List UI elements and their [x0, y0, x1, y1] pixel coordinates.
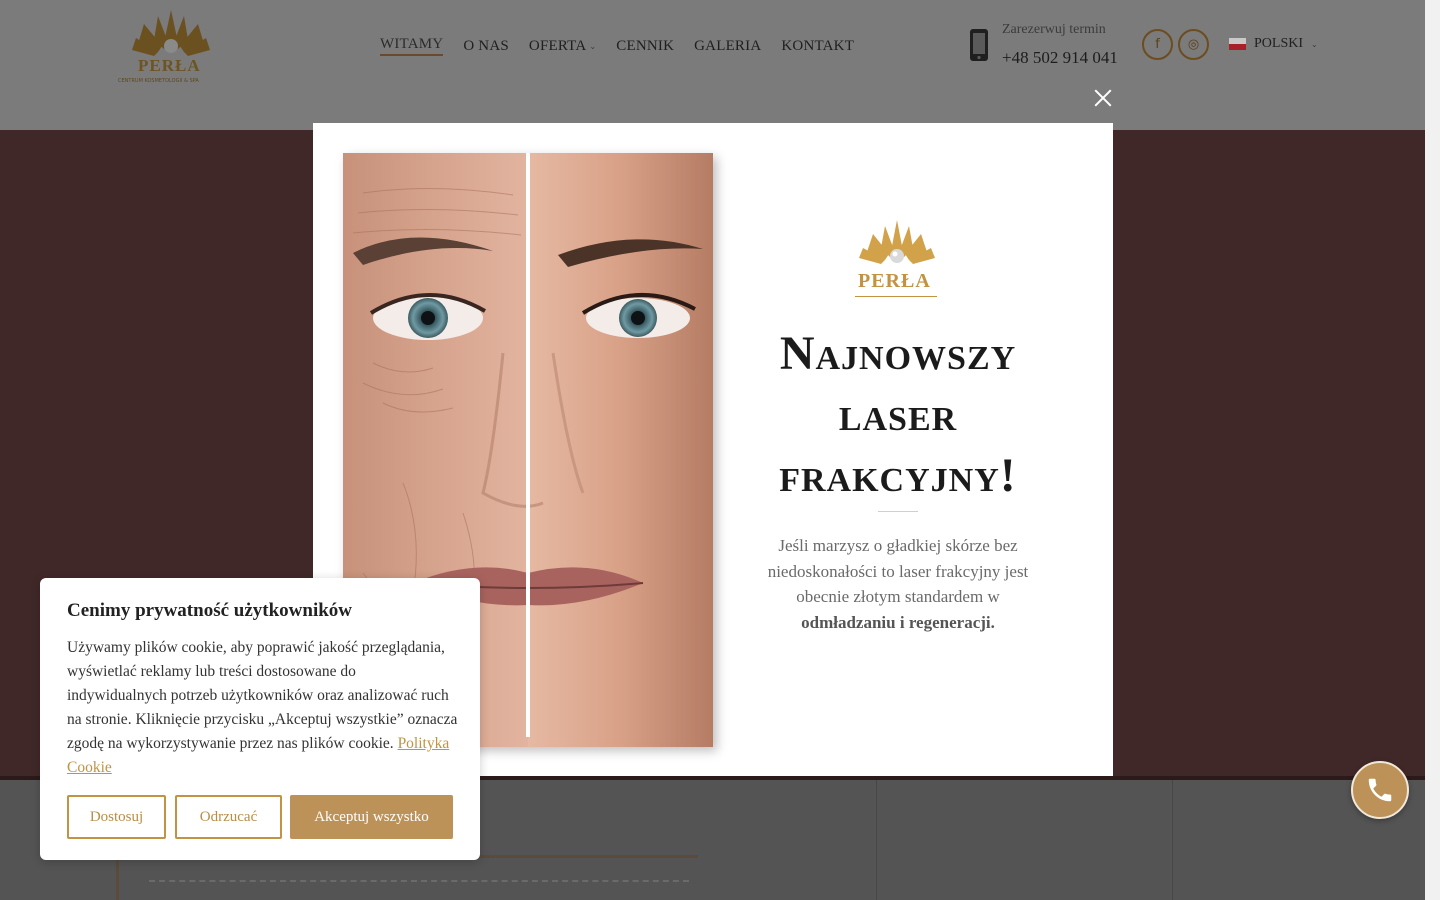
modal-logo: PERŁA — [855, 218, 939, 300]
reject-button[interactable]: Odrzucać — [175, 795, 282, 839]
nav-label: WITAMY — [380, 36, 444, 52]
booking-label: Zarezerwuj termin — [1002, 22, 1106, 37]
site-logo[interactable]: PERŁA CENTRUM KOSMETOLOGII & SPA — [116, 4, 226, 88]
title-divider — [878, 511, 918, 512]
language-label: POLSKI — [1254, 36, 1304, 51]
call-button[interactable] — [1351, 761, 1409, 819]
phone-call-icon — [1368, 778, 1392, 802]
nav-label: OFERTA — [528, 37, 587, 54]
brand-underline — [855, 296, 937, 297]
language-switcher[interactable]: POLSKI ⌄ — [1229, 36, 1318, 52]
cookie-title: Cenimy prywatność użytkowników — [67, 600, 353, 621]
nav-item-kontakt[interactable]: KONTAKT — [781, 36, 854, 56]
brand-name: PERŁA — [138, 56, 201, 75]
accept-all-button[interactable]: Akceptuj wszystko — [290, 795, 453, 839]
modal-brand-name: PERŁA — [858, 270, 931, 292]
decorative-frame — [116, 855, 698, 900]
column-divider — [1172, 780, 1173, 900]
modal-title: Najnowszy laser frakcyjny! — [779, 327, 1017, 502]
nav-item-cennik[interactable]: CENNIK — [616, 36, 674, 56]
chevron-down-icon: ⌄ — [589, 41, 597, 51]
customize-button[interactable]: Dostosuj — [67, 795, 166, 839]
facebook-icon[interactable]: f — [1142, 29, 1173, 60]
scrollbar[interactable] — [1425, 0, 1440, 900]
nav-label: KONTAKT — [781, 37, 855, 54]
instagram-icon[interactable]: ◎ — [1178, 29, 1209, 60]
description-text: Jeśli marzysz o gładkiej skórze bez nied… — [767, 536, 1029, 606]
main-nav: WITAMY O NAS OFERTA ⌄ CENNIK GALERIA KONT… — [380, 36, 854, 56]
description-highlight: odmładzaniu i regeneracji. — [801, 612, 995, 632]
lotus-logo-icon — [859, 220, 935, 264]
phone-device-icon — [970, 29, 988, 61]
chevron-down-icon: ⌄ — [1311, 39, 1318, 49]
nav-label: CENNIK — [616, 37, 675, 54]
nav-item-o-nas[interactable]: O NAS — [463, 36, 509, 56]
nav-item-galeria[interactable]: GALERIA — [694, 36, 761, 56]
lotus-logo-icon — [132, 10, 210, 56]
booking-phone[interactable]: +48 502 914 041 — [1002, 48, 1118, 68]
column-divider — [876, 780, 877, 900]
nav-item-witamy[interactable]: WITAMY — [380, 36, 444, 56]
modal-description: Jeśli marzysz o gładkiej skórze bez nied… — [753, 533, 1043, 635]
cookie-text: Używamy plików cookie, aby poprawić jako… — [67, 636, 459, 780]
cookie-consent-banner: Cenimy prywatność użytkowników Używamy p… — [40, 578, 480, 860]
site-header: PERŁA CENTRUM KOSMETOLOGII & SPA WITAMY … — [0, 0, 1425, 130]
flag-pl-icon — [1229, 38, 1246, 50]
nav-item-oferta[interactable]: OFERTA ⌄ — [529, 36, 596, 56]
nav-label: O NAS — [463, 37, 509, 54]
brand-tagline: CENTRUM KOSMETOLOGII & SPA — [118, 78, 199, 84]
nav-label: GALERIA — [694, 37, 762, 54]
close-icon[interactable] — [1089, 84, 1117, 112]
